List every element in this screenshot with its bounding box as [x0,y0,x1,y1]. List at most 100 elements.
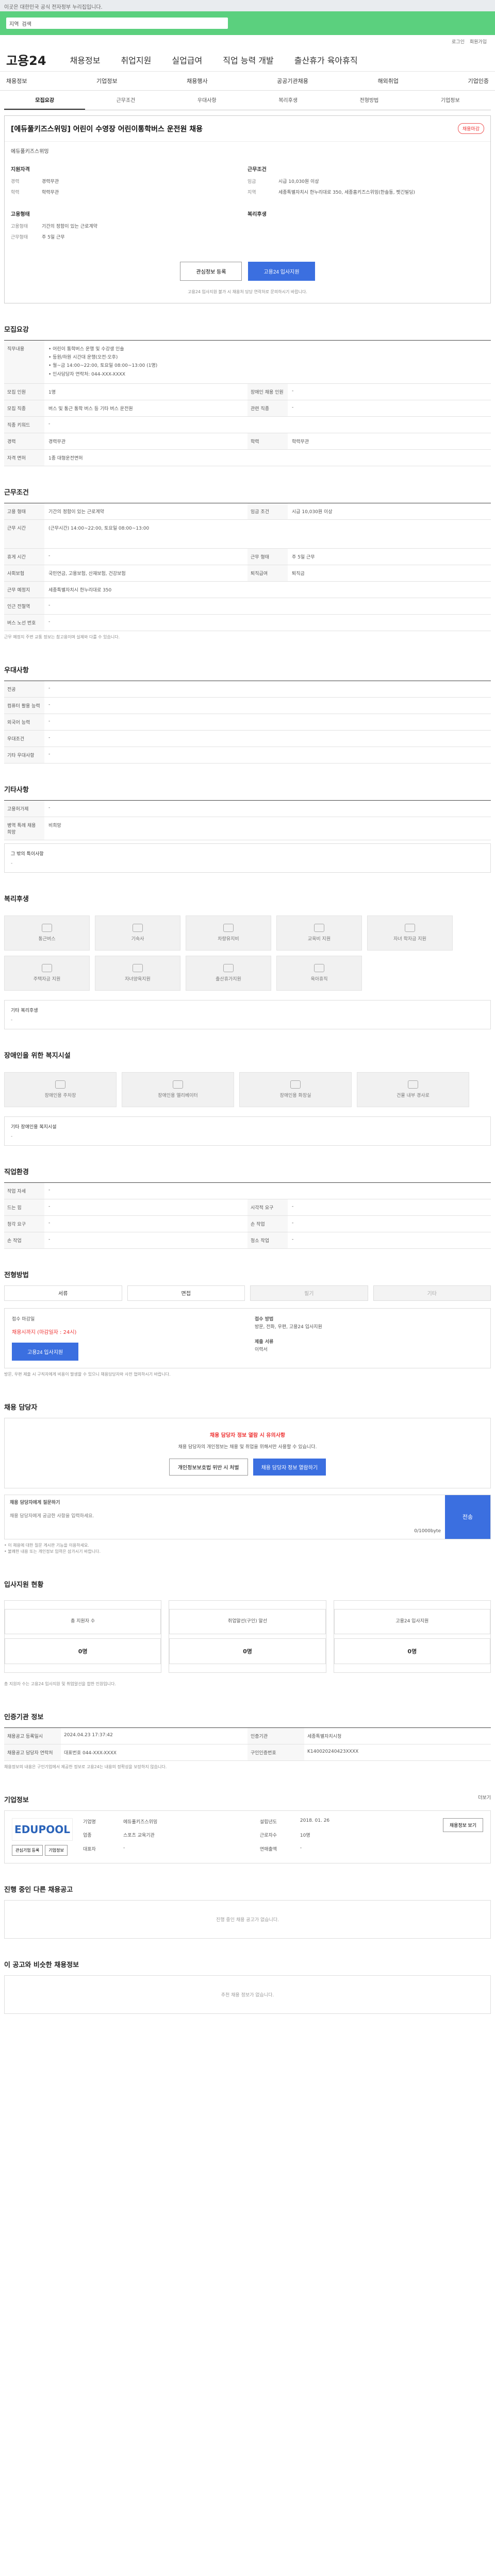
tile-label: 출산휴가지원 [216,977,241,982]
tab-company[interactable]: 기업정보 [410,91,491,110]
interest-button[interactable]: 관심정보 등록 [180,262,242,281]
cert-section: 인증기관 정보 채용공고 등록일시 2024.04.23 17:37:42 인증기… [4,1691,491,1774]
corp-interest-button[interactable]: 관심기업 등록 [12,1845,43,1856]
book-icon [314,924,324,933]
car-icon [223,924,234,933]
note-line: • 이 채용에 대한 질문 게시판 기능을 이용하세요. [4,1543,89,1548]
benefit-col: 복리후생 [248,210,484,244]
table-row: 버스 노선 번호 - [4,614,491,631]
section-title: 전형방법 [4,1271,29,1279]
subbox-value: - [11,860,13,866]
meta-key: 업종 [83,1833,92,1839]
table-row: 경력 경력무관 학력 학력무관 [4,433,491,450]
table-row: 모집 인원 1명 장애인 채용 인원 - [4,383,491,400]
row-val: 주 5일 근무 [292,554,315,560]
row-head: 청소 작업 [248,1232,288,1248]
tab-screening[interactable]: 전형방법 [328,91,409,110]
row-val: - [48,1236,51,1242]
search-region-label[interactable]: 지역 [9,20,19,27]
corp-head-row: 기업정보 더보기 [4,1794,491,1810]
kv-key: 지역 [248,190,256,195]
login-link[interactable]: 로그인 [452,38,465,45]
kv-key: 경력 [11,179,20,184]
cert-val: 2024.04.23 17:37:42 [64,1733,113,1738]
nav-leave[interactable]: 출산휴가 육아휴직 [294,54,358,66]
signup-link[interactable]: 회원가입 [470,38,487,45]
company-name[interactable]: 에듀풀키즈스위밍 [5,142,490,160]
method-written: 필기 [250,1285,368,1301]
table-row: 손 작업 - 청소 작업 - [4,1232,491,1249]
sub-nav-item[interactable]: 기업인증 [468,77,488,85]
tile-label: 주택자금 지원 [33,977,61,982]
row-head: 경력 [4,433,44,449]
search-input[interactable]: 검색 [22,20,31,27]
table-row: 직무내용 • 어린이 통학버스 운행 및 수강생 인솔 • 등원/하원 시간대 운… [4,341,491,384]
nav-unemployment[interactable]: 실업급여 [172,54,202,66]
question-box: 채용 담당자에게 질문하기 0/1000byte 전송 [4,1494,491,1539]
tile-label: 교육비 지원 [307,937,331,942]
method-document: 서류 [4,1285,122,1301]
apply-button[interactable]: 고용24 입사지원 [248,262,315,281]
disabled-subbox: 기타 장애인용 복지시설 - [4,1116,491,1146]
facility-tile: 장애인용 주차장 [4,1072,117,1107]
sub-nav-item[interactable]: 채용행사 [187,77,207,85]
kv-key: 임금 [248,179,256,184]
doc-head: 제출 서류 [255,1340,274,1345]
similar-empty: 추천 채용 정보가 없습니다. [4,1975,491,2014]
cert-cell: 채용공고 등록일시 2024.04.23 17:37:42 [4,1728,248,1745]
deadline-col: 접수 마감일 채용시까지 (마감일자 : 24시) 고용24 입사지원 [5,1309,248,1368]
tab-recruit[interactable]: 모집요강 [4,91,86,110]
site-logo[interactable]: 고용24 [6,50,46,69]
cert-cell: 채용공고 담당자 연락처 대표번호 044-XXX-XXXX [4,1744,248,1761]
meta-val: - [300,1845,302,1851]
meta-key: 연매출액 [259,1846,277,1852]
nav-employment-support[interactable]: 취업지원 [121,54,151,66]
doc-value: 이력서 [255,1347,268,1353]
duty-text: • 어린이 통학버스 운행 및 수강생 인솔 • 등원/하원 시간대 운행(오전… [48,347,158,377]
nav-jobs[interactable]: 채용정보 [70,54,101,66]
row-val: - [292,1204,294,1209]
question-note: • 이 채용에 대한 질문 게시판 기능을 이용하세요. • 불쾌한 내용 또는 … [4,1539,491,1559]
sub-nav-item[interactable]: 기업정보 [96,77,117,85]
stat-label: 고용24 입사지원 [334,1609,490,1635]
stat-label: 취업알선(구인) 알선 [169,1609,326,1635]
screening-section: 전형방법 서류 면접 필기 기타 접수 마감일 채용시까지 (마감일자 : 24… [4,1249,491,1381]
table-row: 고용 형태 기간의 정함이 있는 근로계약 임금 조건 시급 10,030원 이상 [4,503,491,520]
tab-welfare[interactable]: 복리후생 [248,91,328,110]
meta-key: 대표자 [83,1846,96,1852]
prefer-table: 전공 - 컴퓨터 활용 능력 - 외국어 능력 - 우대조건 - 기타 우대사항 - [4,680,491,764]
row-head: 모집 인원 [4,383,44,400]
kv: 임금 시급 10,030원 이상 [248,178,484,184]
sub-nav-item[interactable]: 채용정보 [6,77,27,85]
apply-note: 고용24 입사지원 불가 시 채용처 담당 연락처로 문의하시기 바랍니다. [188,290,307,294]
corp-more-link[interactable]: 더보기 [478,1794,491,1810]
row-val: - [48,1187,51,1193]
table-row: 모집 직종 버스 및 통근 통학 버스 등 기타 버스 운전원 관련 직종 - [4,400,491,417]
corp-info-button[interactable]: 기업정보 [45,1845,68,1856]
search-box[interactable]: 지역 검색 [6,18,228,29]
meta-val: - [123,1845,125,1851]
row-head: 근무 형태 [248,548,288,565]
row-head: 사회보험 [4,565,44,581]
view-manager-button[interactable]: 채용 담당자 정보 열람하기 [253,1458,326,1476]
screening-note: 방문, 우편 제출 시 구직자에게 비용이 발생할 수 있으니 채용담당자와 사… [4,1371,171,1377]
sub-nav-item[interactable]: 해외취업 [377,77,398,85]
tab-work[interactable]: 근무조건 [85,91,166,110]
question-send-button[interactable]: 전송 [445,1495,490,1539]
kv: 지역 세종특별자치시 한누리대로 350, 세종홈키즈스위밍(한솔동, 펫긴빌딩) [248,189,484,195]
facility-tile: 장애인용 엘리베이터 [122,1072,234,1107]
row-head: 작업 자세 [4,1182,44,1199]
tab-prefer[interactable]: 우대사항 [167,91,248,110]
nav-training[interactable]: 직업 능력 개발 [223,54,274,66]
privacy-law-button[interactable]: 개인정보보호법 위반 시 처벌 [169,1458,248,1476]
sub-nav-item[interactable]: 공공기관채용 [277,77,308,85]
apply-box: 접수 마감일 채용시까지 (마감일자 : 24시) 고용24 입사지원 접수 방… [4,1308,491,1368]
apply-button-2[interactable]: 고용24 입사지원 [12,1342,79,1361]
corp-jobs-button[interactable]: 채용정보 보기 [442,1818,483,1833]
table-row: 우대조건 - [4,730,491,747]
emp-col: 고용형태 고용형태 기간의 정함이 있는 근로계약 근무형태 주 5일 근무 [11,210,248,244]
deadline-head: 접수 마감일 [12,1316,35,1322]
question-input[interactable] [5,1507,445,1528]
kv-val: 경력무관 [42,179,59,184]
row-head: 버스 노선 번호 [4,614,44,631]
